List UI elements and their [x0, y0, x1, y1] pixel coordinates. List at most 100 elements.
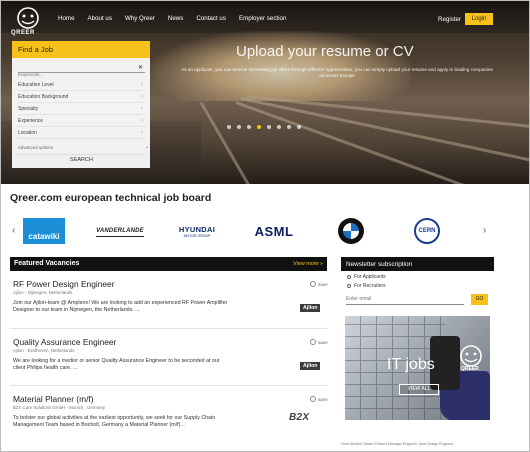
nav-home[interactable]: Home — [58, 15, 75, 22]
logo-hyundai-text: HYUNDAI — [178, 224, 216, 234]
chevron-right-icon: › — [141, 118, 143, 124]
radio-applicants[interactable]: For Applicants — [347, 274, 386, 280]
radio-label: For Recruiters — [354, 283, 386, 289]
banner-logo-wordmark: QREER — [461, 366, 479, 372]
board-title: Qreer.com european technical job board — [10, 192, 212, 204]
main-nav: Home About us Why Qreer News Contact us … — [58, 15, 299, 22]
carousel-dot[interactable] — [247, 125, 251, 129]
carousel-next-icon[interactable]: › — [483, 225, 486, 236]
go-button[interactable]: GO — [471, 294, 488, 305]
newsletter-header: Newsletter subscription — [341, 257, 494, 271]
logo-cern[interactable]: CERN — [414, 218, 440, 244]
hero-subtitle: As an applicant, you can receive interes… — [181, 67, 493, 78]
company-logo-ajilon: Ajilon — [300, 362, 321, 370]
search-button[interactable]: SEARCH — [18, 154, 145, 165]
page: QREER Home About us Why Qreer News Conta… — [0, 0, 530, 452]
save-button[interactable]: save — [310, 339, 328, 345]
featured-vacancies-title: Featured Vacancies — [14, 260, 80, 267]
vacancy-description: Join our Ajilon-team @ Ampleon! We are l… — [13, 300, 228, 313]
chevron-right-icon: › — [141, 82, 143, 88]
nav-about-us[interactable]: About us — [88, 15, 112, 22]
it-jobs-label: IT jobs — [387, 356, 435, 373]
clear-icon[interactable]: ✕ — [138, 64, 143, 71]
view-all-button[interactable]: VIEW ALL — [399, 384, 439, 395]
carousel-dot[interactable] — [237, 125, 241, 129]
filter-label: Education Level — [18, 82, 54, 88]
qreer-logo-icon — [460, 345, 482, 367]
nav-employer-section[interactable]: Employer section — [239, 15, 286, 22]
chevron-right-icon: › — [141, 130, 143, 136]
radio-icon — [347, 283, 351, 288]
vacancy-location: B2X Care Solutions GmbH - Munich , Germa… — [13, 405, 105, 410]
carousel-dot[interactable] — [227, 125, 231, 129]
vacancy-description: We are looking for a medior or senior Qu… — [13, 358, 220, 371]
save-button[interactable]: save — [310, 281, 328, 287]
hero-title: Upload your resume or CV — [236, 43, 414, 60]
radio-label: For Applicants — [354, 274, 386, 280]
logo-hyundai[interactable]: HYUNDAI MOTOR GROUP — [174, 218, 220, 244]
logo-hyundai-sub: MOTOR GROUP — [183, 233, 211, 238]
vacancy-item[interactable]: Quality Assurance Engineer Ajilon - Eind… — [10, 337, 328, 386]
logo[interactable]: QREER — [9, 7, 47, 37]
advanced-options-link[interactable]: Advanced options — [18, 145, 53, 150]
filter-education-background[interactable]: Education Background › — [18, 93, 145, 103]
logo-asml-text: ASML — [254, 223, 294, 239]
filter-specialty[interactable]: Specialty › — [18, 105, 145, 115]
filter-location[interactable]: Location › — [18, 129, 145, 139]
logo-wordmark: QREER — [11, 30, 35, 36]
register-link[interactable]: Register — [438, 16, 461, 23]
chevron-right-icon: › — [141, 94, 143, 100]
vacancy-item[interactable]: RF Power Design Engineer Ajilon - Nijmeg… — [10, 279, 328, 329]
nav-contact-us[interactable]: Contact us — [196, 15, 226, 22]
filter-label: Specialty — [18, 106, 39, 112]
vacancy-item[interactable]: Material Planner (m/f) B2X Care Solution… — [10, 394, 328, 442]
carousel-dot[interactable] — [277, 125, 281, 129]
filter-experience[interactable]: Experience › — [18, 117, 145, 127]
logo-bmw[interactable] — [338, 218, 364, 244]
nav-why-qreer[interactable]: Why Qreer — [125, 15, 155, 22]
tag-cloud[interactable]: Hmm Bedrok Taalen Product Manager Engine… — [341, 442, 501, 446]
vacancy-location: Ajilon - Nijmegen, Netherlands — [13, 290, 73, 295]
chevron-right-icon: › — [141, 106, 143, 112]
logo-vanderlande[interactable]: VANDERLANDE — [96, 225, 144, 237]
keywords-input[interactable] — [18, 71, 128, 80]
hero-banner: QREER Home About us Why Qreer News Conta… — [1, 1, 529, 184]
login-button[interactable]: Login — [465, 13, 493, 25]
logo-icon — [17, 7, 39, 29]
carousel-prev-icon[interactable]: ‹ — [12, 225, 15, 236]
carousel-dot[interactable] — [297, 125, 301, 129]
logo-catawiki-text: catawiki — [28, 232, 60, 241]
vacancy-description: To bolster our global activities at the … — [13, 415, 216, 428]
save-button[interactable]: save — [310, 396, 328, 402]
divider — [10, 328, 327, 329]
newsletter-title: Newsletter subscription — [346, 260, 413, 268]
filter-label: Education Background — [18, 94, 69, 100]
find-job-panel: Find a Job ✕ Education Level › Education … — [12, 41, 150, 168]
company-logo-b2x: B2X — [289, 412, 310, 423]
featured-vacancies-header: Featured Vacancies View more » — [10, 257, 327, 271]
vacancy-title[interactable]: Quality Assurance Engineer — [13, 337, 116, 347]
logo-cern-text: CERN — [418, 228, 436, 234]
logo-asml[interactable]: ASML — [249, 218, 299, 244]
view-more-link[interactable]: View more » — [293, 261, 323, 267]
vacancy-title[interactable]: RF Power Design Engineer — [13, 279, 114, 289]
divider — [10, 385, 327, 386]
carousel-dot[interactable] — [287, 125, 291, 129]
radio-recruiters[interactable]: For Recruiters — [347, 283, 386, 289]
chevron-down-icon[interactable]: ⌄ — [145, 144, 149, 150]
logo-catawiki[interactable]: catawiki — [23, 218, 65, 244]
keywords-field: ✕ — [18, 63, 145, 80]
filter-education-level[interactable]: Education Level › — [18, 81, 145, 91]
carousel-dot[interactable] — [257, 125, 261, 129]
filter-label: Experience — [18, 118, 44, 124]
logo-vanderlande-text: VANDERLANDE — [96, 227, 144, 234]
email-input[interactable] — [346, 294, 464, 305]
radio-icon — [347, 274, 351, 279]
nav-news[interactable]: News — [168, 15, 183, 22]
filter-label: Location — [18, 130, 37, 136]
vacancy-title[interactable]: Material Planner (m/f) — [13, 394, 94, 404]
carousel-dot[interactable] — [267, 125, 271, 129]
carousel-dots — [227, 125, 301, 129]
find-job-header: Find a Job — [12, 41, 150, 58]
it-jobs-banner[interactable]: QREER IT jobs VIEW ALL — [345, 316, 490, 420]
